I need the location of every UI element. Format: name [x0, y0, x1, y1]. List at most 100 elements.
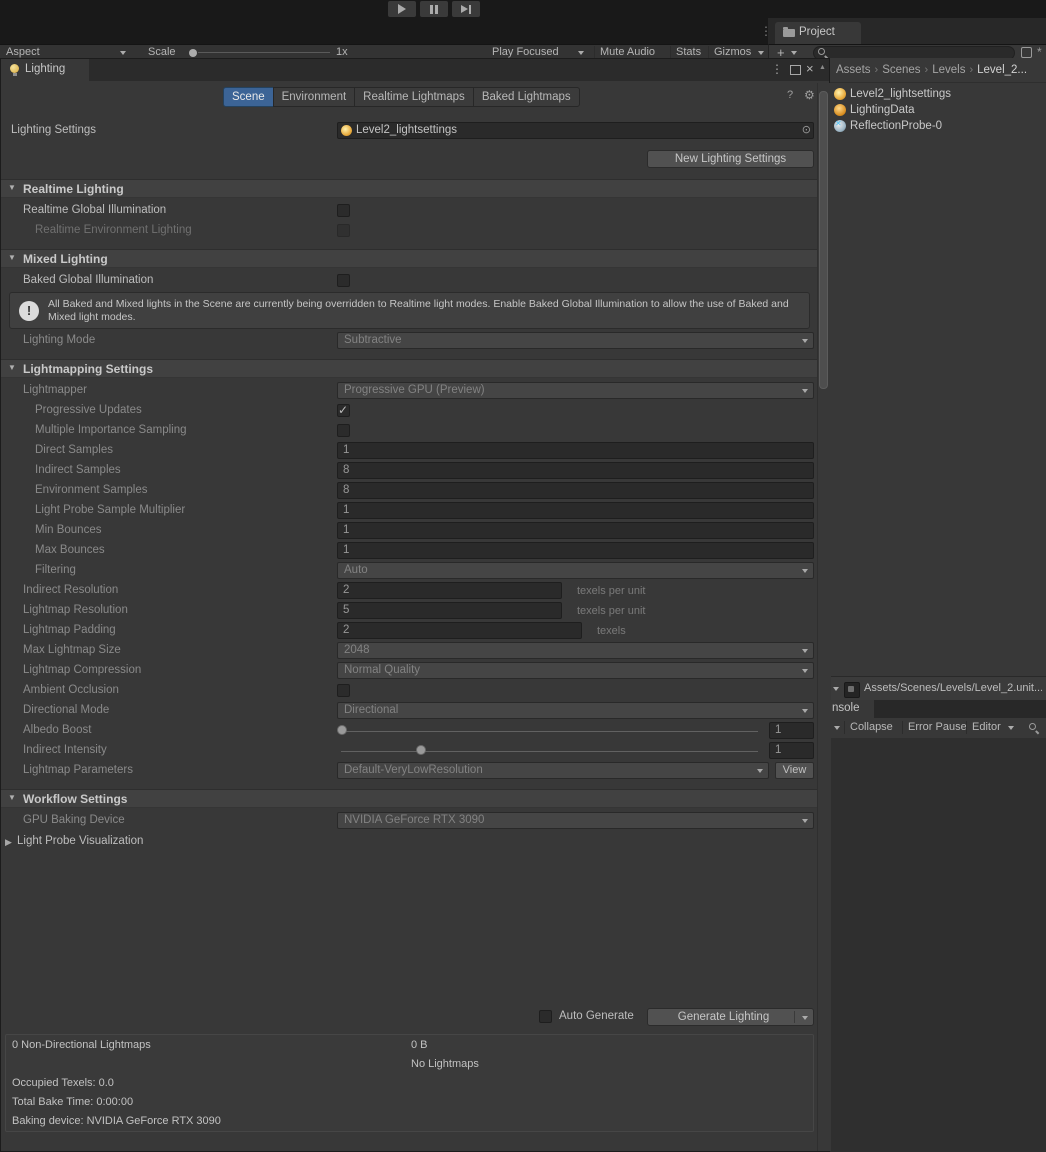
generate-lighting-label: Generate Lighting — [677, 1011, 770, 1023]
collapse-toggle[interactable]: Collapse — [850, 721, 893, 733]
filtering-label: Filtering — [35, 564, 76, 576]
lightmap-padding-field[interactable]: 2 — [337, 622, 582, 639]
view-button[interactable]: View — [775, 762, 814, 779]
lighting-settings-label: Lighting Settings — [11, 124, 97, 136]
generate-options-caret-icon[interactable] — [802, 1016, 808, 1020]
auto-generate-checkbox[interactable] — [539, 1010, 552, 1023]
breadcrumb-assets[interactable]: Assets — [836, 64, 871, 76]
light-probe-visualization-foldout[interactable]: Light Probe Visualization — [17, 835, 143, 847]
lightmap-parameters-dropdown[interactable]: Default-VeryLowResolution — [337, 762, 769, 779]
play-button[interactable] — [388, 1, 416, 17]
maximize-icon[interactable] — [790, 65, 801, 75]
new-lighting-settings-button[interactable]: New Lighting Settings — [647, 150, 814, 168]
tab-scene[interactable]: Scene — [223, 87, 274, 107]
directional-mode-value: Directional — [344, 704, 399, 716]
section-mixed-lighting[interactable]: ▼ Mixed Lighting — [1, 249, 818, 268]
foldout-closed-icon[interactable]: ▶ — [5, 837, 12, 848]
mute-audio-toggle[interactable]: Mute Audio — [600, 46, 655, 58]
tab-console[interactable]: nsole — [830, 700, 874, 718]
breadcrumb-current[interactable]: Level_2... — [977, 64, 1027, 76]
environment-samples-field[interactable]: 8 — [337, 482, 814, 499]
min-bounces-label: Min Bounces — [35, 524, 102, 536]
filtering-dropdown[interactable]: Auto — [337, 562, 814, 579]
tab-lighting[interactable]: Lighting — [1, 59, 89, 81]
tab-project[interactable]: Project — [775, 22, 861, 44]
lightmap-compression-label: Lightmap Compression — [23, 664, 142, 676]
section-realtime-lighting[interactable]: ▼ Realtime Lighting — [1, 179, 818, 198]
unity-editor: ⋮ Project Aspect Scale 1x Play Focused M… — [0, 0, 1046, 1152]
indirect-intensity-slider-track[interactable] — [341, 751, 758, 752]
gear-icon[interactable]: ⚙ — [804, 88, 815, 102]
max-lightmap-size-dropdown[interactable]: 2048 — [337, 642, 814, 659]
asset-item-lightingdata[interactable]: LightingData — [834, 102, 915, 118]
max-bounces-field[interactable]: 1 — [337, 542, 814, 559]
lightmap-parameters-value: Default-VeryLowResolution — [344, 764, 483, 776]
scale-slider-track[interactable] — [198, 52, 330, 53]
light-probe-sample-multiplier-field[interactable]: 1 — [337, 502, 814, 519]
play-focused-dropdown[interactable]: Play Focused — [492, 46, 559, 58]
tab-environment[interactable]: Environment — [272, 87, 356, 107]
asset-item-lightsettings[interactable]: Level2_lightsettings — [834, 86, 951, 102]
section-title: Workflow Settings — [23, 792, 128, 806]
stat-bake-time: Total Bake Time: 0:00:00 — [12, 1096, 134, 1108]
lightmap-resolution-field[interactable]: 5 — [337, 602, 562, 619]
breadcrumb: Assets › Scenes › Levels › Level_2... — [830, 58, 1046, 83]
realtime-gi-checkbox[interactable] — [337, 204, 350, 217]
indirect-intensity-slider-knob[interactable] — [416, 745, 426, 755]
asset-item-reflectionprobe[interactable]: ReflectionProbe-0 — [834, 118, 942, 134]
progressive-updates-checkbox[interactable]: ✓ — [337, 403, 350, 417]
window-menu-icon[interactable]: ⋮ — [771, 62, 783, 76]
help-icon[interactable]: ? — [787, 89, 793, 101]
clear-caret-icon[interactable] — [834, 726, 840, 730]
editor-dropdown[interactable]: Editor — [972, 721, 1001, 733]
tab-baked-lightmaps[interactable]: Baked Lightmaps — [472, 87, 580, 107]
console-content — [830, 738, 1046, 1152]
section-workflow-settings[interactable]: ▼ Workflow Settings — [1, 789, 818, 808]
albedo-boost-field[interactable]: 1 — [769, 722, 814, 739]
stats-toggle[interactable]: Stats — [676, 46, 701, 58]
scroll-up-icon[interactable]: ▲ — [819, 64, 826, 71]
auto-generate-label: Auto Generate — [559, 1010, 634, 1022]
albedo-boost-slider-knob[interactable] — [337, 725, 347, 735]
ambient-occlusion-checkbox[interactable] — [337, 684, 350, 697]
aspect-dropdown[interactable]: Aspect — [6, 46, 40, 58]
direct-samples-field[interactable]: 1 — [337, 442, 814, 459]
baked-gi-checkbox[interactable] — [337, 274, 350, 287]
console-search-icon[interactable] — [1028, 722, 1039, 733]
dropdown-arrow-icon — [802, 569, 808, 573]
play-icon — [398, 4, 406, 14]
breadcrumb-scenes[interactable]: Scenes — [882, 64, 920, 76]
generate-lighting-button[interactable]: Generate Lighting — [647, 1008, 814, 1026]
lighting-settings-object-field[interactable]: Level2_lightsettings ⊙ — [337, 122, 814, 139]
step-button[interactable] — [452, 1, 480, 17]
pause-button[interactable] — [420, 1, 448, 17]
indirect-resolution-field[interactable]: 2 — [337, 582, 562, 599]
editor-caret-icon — [1008, 726, 1014, 730]
environment-samples-label: Environment Samples — [35, 484, 148, 496]
min-bounces-field[interactable]: 1 — [337, 522, 814, 539]
lightmap-compression-dropdown[interactable]: Normal Quality — [337, 662, 814, 679]
hidden-packages-icon[interactable]: * — [1037, 45, 1042, 59]
directional-mode-dropdown[interactable]: Directional — [337, 702, 814, 719]
check-icon: ✓ — [338, 403, 349, 417]
multiple-importance-sampling-checkbox[interactable] — [337, 424, 350, 437]
project-tabstrip: Project — [768, 18, 1046, 44]
indirect-samples-field[interactable]: 8 — [337, 462, 814, 479]
light-probe-sample-multiplier-label: Light Probe Sample Multiplier — [35, 504, 186, 516]
lightmapper-dropdown[interactable]: Progressive GPU (Preview) — [337, 382, 814, 399]
close-icon[interactable]: × — [806, 61, 814, 76]
save-search-icon[interactable] — [1021, 47, 1032, 58]
tab-realtime-lightmaps[interactable]: Realtime Lightmaps — [354, 87, 474, 107]
error-pause-toggle[interactable]: Error Pause — [908, 721, 967, 733]
section-lightmapping-settings[interactable]: ▼ Lightmapping Settings — [1, 359, 818, 378]
lightmap-resolution-label: Lightmap Resolution — [23, 604, 128, 616]
step-forward-icon — [461, 4, 471, 14]
gpu-baking-device-dropdown[interactable]: NVIDIA GeForce RTX 3090 — [337, 812, 814, 829]
albedo-boost-slider-track[interactable] — [341, 731, 758, 732]
indirect-intensity-field[interactable]: 1 — [769, 742, 814, 759]
object-picker-icon[interactable]: ⊙ — [802, 123, 811, 136]
scrollbar-thumb[interactable] — [819, 91, 828, 389]
scale-slider-knob[interactable] — [189, 48, 197, 57]
gizmos-dropdown[interactable]: Gizmos — [714, 46, 751, 58]
breadcrumb-levels[interactable]: Levels — [932, 64, 965, 76]
